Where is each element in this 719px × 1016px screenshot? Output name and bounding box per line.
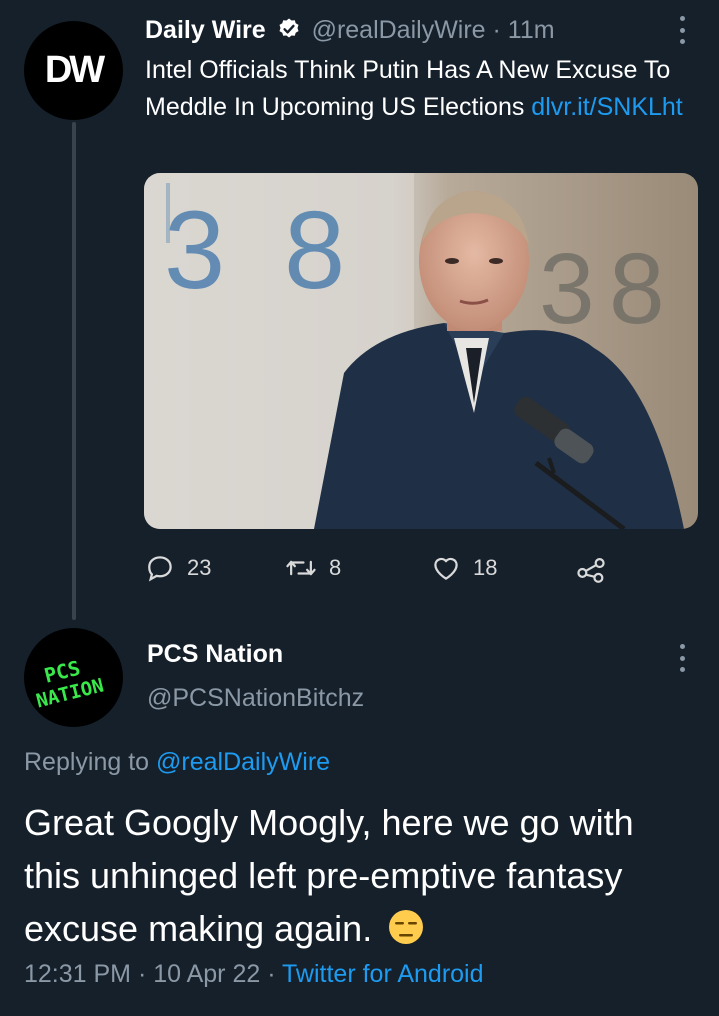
reply-icon bbox=[148, 556, 172, 582]
tweet-source[interactable]: Twitter for Android bbox=[282, 960, 483, 988]
more-options-icon[interactable] bbox=[678, 16, 686, 44]
daily-wire-avatar[interactable]: DW bbox=[24, 21, 123, 120]
putin-photo: 3 8 3 8 bbox=[144, 173, 698, 529]
like-count: 18 bbox=[473, 555, 498, 580]
pcs-nation-logo: PCS NATION bbox=[34, 656, 106, 713]
author-handle[interactable]: @PCSNationBitchz bbox=[147, 684, 364, 713]
expressionless-face-emoji-icon bbox=[389, 910, 424, 944]
replying-prefix: Replying to bbox=[24, 748, 157, 776]
replying-to-handle[interactable]: @realDailyWire bbox=[156, 748, 330, 776]
more-options-icon[interactable] bbox=[678, 644, 686, 672]
tweet-actions: 23 8 18 bbox=[145, 548, 625, 588]
like-button[interactable]: 18 bbox=[431, 548, 497, 588]
tweet-time[interactable]: 12:31 PM bbox=[24, 960, 131, 988]
meta-separator: · bbox=[260, 960, 283, 988]
tweet-link[interactable]: dlvr.it/SNKLht bbox=[531, 93, 682, 121]
reply-count: 23 bbox=[187, 555, 212, 580]
tweet-text: Intel Officials Think Putin Has A New Ex… bbox=[145, 52, 685, 126]
svg-text:8: 8 bbox=[609, 233, 665, 345]
replying-to: Replying to @realDailyWire bbox=[24, 748, 330, 777]
share-button[interactable] bbox=[575, 548, 607, 588]
reply-button[interactable]: 23 bbox=[145, 548, 211, 588]
tweet-date[interactable]: 10 Apr 22 bbox=[153, 960, 260, 988]
svg-text:3: 3 bbox=[164, 189, 225, 312]
share-icon bbox=[577, 558, 605, 583]
tweet-text: Great Googly Moogly, here we go with thi… bbox=[24, 796, 694, 955]
retweet-icon bbox=[286, 560, 316, 576]
heart-icon bbox=[434, 557, 458, 580]
pcs-nation-avatar[interactable]: PCS NATION bbox=[24, 628, 123, 727]
svg-text:3: 3 bbox=[539, 233, 595, 345]
retweet-count: 8 bbox=[329, 555, 342, 580]
tweet-photo[interactable]: 3 8 3 8 bbox=[144, 173, 698, 529]
tweet-meta: 12:31 PM · 10 Apr 22 · Twitter for Andro… bbox=[24, 960, 484, 989]
verified-badge-icon bbox=[279, 18, 299, 38]
author-handle[interactable]: @realDailyWire bbox=[312, 16, 486, 44]
retweet-button[interactable]: 8 bbox=[285, 548, 341, 588]
time-separator: · bbox=[485, 16, 508, 44]
avatar-logo-text: DW bbox=[44, 49, 105, 91]
tweet-time[interactable]: 11m bbox=[508, 16, 555, 44]
author-name[interactable]: Daily Wire bbox=[145, 16, 266, 44]
tweet-thread: DW Daily Wire @realDailyWire · 11m Intel… bbox=[0, 0, 719, 1016]
tweet-body: Great Googly Moogly, here we go with thi… bbox=[24, 802, 634, 949]
thread-connector-line bbox=[72, 122, 76, 620]
meta-separator: · bbox=[131, 960, 154, 988]
svg-text:8: 8 bbox=[284, 189, 345, 312]
tweet-header: Daily Wire @realDailyWire · 11m bbox=[145, 12, 665, 48]
author-name[interactable]: PCS Nation bbox=[147, 640, 283, 669]
